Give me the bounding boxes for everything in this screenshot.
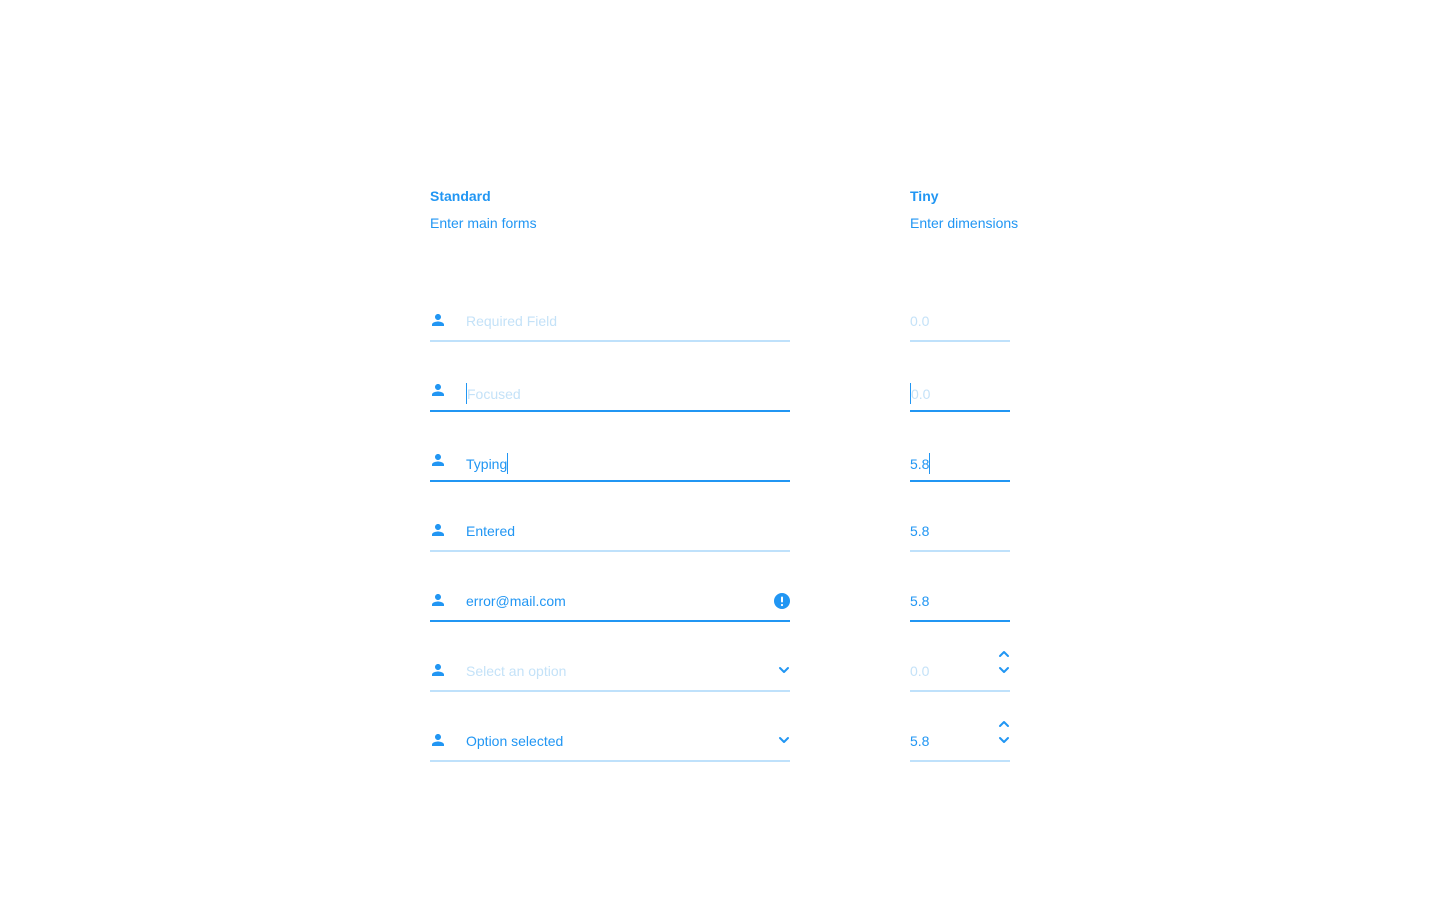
standard-subtitle: Enter main forms: [430, 215, 537, 231]
person-icon: [432, 734, 444, 746]
chevron-up-icon[interactable]: [998, 649, 1010, 659]
typing-field-text: Typing: [466, 453, 509, 474]
tiny-focused-placeholder: 0.0: [911, 386, 931, 402]
alert-icon: [774, 593, 790, 609]
select-placeholder: Select an option: [466, 663, 567, 679]
standard-title: Standard: [430, 188, 491, 204]
tiny-required-placeholder: 0.0: [910, 313, 930, 329]
tiny-stepper-empty-field[interactable]: 0.0: [910, 650, 1010, 692]
chevron-down-icon[interactable]: [998, 665, 1010, 675]
tiny-typing-text: 5.8: [910, 453, 931, 474]
chevron-up-icon[interactable]: [998, 719, 1010, 729]
field-underline: [910, 550, 1010, 552]
field-underline: [910, 340, 1010, 342]
tiny-entered-value: 5.8: [910, 523, 930, 539]
tiny-focused-field[interactable]: 0.0: [910, 370, 1010, 412]
chevron-down-icon[interactable]: [778, 735, 790, 745]
select-empty-field[interactable]: Select an option: [430, 650, 790, 692]
field-underline: [910, 480, 1010, 482]
tiny-typing-value: 5.8: [910, 456, 930, 472]
focused-field[interactable]: Focused: [430, 370, 790, 412]
select-filled-field[interactable]: Option selected: [430, 720, 790, 762]
person-icon: [432, 384, 444, 396]
person-icon: [432, 454, 444, 466]
error-email-field[interactable]: error@mail.com: [430, 580, 790, 622]
field-underline: [430, 690, 790, 692]
field-underline: [910, 760, 1010, 762]
field-underline: [910, 620, 1010, 622]
tiny-error-field[interactable]: 5.8: [910, 580, 1010, 622]
tiny-subtitle: Enter dimensions: [910, 215, 1019, 231]
form-showcase-page: Standard Enter main forms Required Field…: [0, 0, 1440, 900]
chevron-down-icon[interactable]: [998, 735, 1010, 745]
text-caret: [929, 453, 931, 474]
field-underline: [430, 340, 790, 342]
tiny-stepper-placeholder: 0.0: [910, 663, 930, 679]
select-value: Option selected: [466, 733, 564, 749]
text-caret: [507, 453, 509, 474]
person-icon: [432, 594, 444, 606]
typing-field-value: Typing: [466, 456, 508, 472]
field-underline: [430, 480, 790, 482]
tiny-entered-field[interactable]: 5.8: [910, 510, 1010, 552]
tiny-typing-field[interactable]: 5.8: [910, 440, 1010, 482]
tiny-stepper-value: 5.8: [910, 733, 930, 749]
tiny-focused-text: 0.0: [910, 383, 930, 404]
field-underline: [910, 410, 1010, 412]
field-underline: [430, 410, 790, 412]
chevron-down-icon[interactable]: [778, 665, 790, 675]
person-icon: [432, 664, 444, 676]
person-icon: [432, 524, 444, 536]
field-underline: [430, 550, 790, 552]
tiny-error-value: 5.8: [910, 593, 930, 609]
field-underline: [430, 760, 790, 762]
typing-field[interactable]: Typing: [430, 440, 790, 482]
person-icon: [432, 314, 444, 326]
field-underline: [430, 620, 790, 622]
tiny-stepper-filled-field[interactable]: 5.8: [910, 720, 1010, 762]
tiny-title: Tiny: [910, 188, 939, 204]
focused-field-placeholder: Focused: [467, 386, 521, 402]
entered-field[interactable]: Entered: [430, 510, 790, 552]
entered-field-value: Entered: [466, 523, 516, 539]
error-field-value: error@mail.com: [466, 593, 566, 609]
field-underline: [910, 690, 1010, 692]
required-field-placeholder: Required Field: [466, 313, 558, 329]
tiny-required-field[interactable]: 0.0: [910, 300, 1010, 342]
focused-field-text: Focused: [466, 383, 521, 404]
required-field[interactable]: Required Field: [430, 300, 790, 342]
